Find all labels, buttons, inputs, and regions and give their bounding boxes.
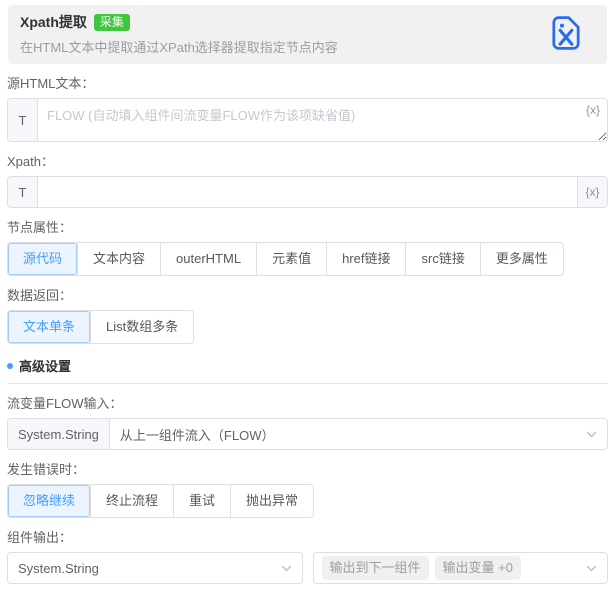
- header-card: Xpath提取 采集 在HTML文本中提取通过XPath选择器提取指定节点内容: [8, 5, 607, 64]
- insert-variable-button[interactable]: {x}: [577, 177, 607, 207]
- tag-output-variable[interactable]: 输出变量 +0: [434, 556, 521, 580]
- text-type-addon[interactable]: T: [8, 177, 38, 207]
- option-retry[interactable]: 重试: [173, 485, 230, 517]
- option-outerhtml[interactable]: outerHTML: [160, 243, 256, 275]
- bullet-dot-icon: [7, 362, 13, 369]
- xpath-label: Xpath：: [7, 154, 54, 169]
- chevron-down-icon: [585, 562, 598, 575]
- node-attribute-options: 源代码 文本内容 outerHTML 元素值 href链接 src链接 更多属性: [7, 242, 564, 276]
- data-return-options: 文本单条 List数组多条: [7, 310, 195, 344]
- advanced-settings-heading: 高级设置: [7, 356, 608, 375]
- option-single-text[interactable]: 文本单条: [8, 311, 91, 343]
- xpath-file-icon: [551, 15, 581, 54]
- flow-type-prefix: System.String: [8, 419, 110, 449]
- option-href-link[interactable]: href链接: [326, 243, 405, 275]
- flow-input-label: 流变量FLOW输入：: [7, 396, 123, 411]
- data-return-label: 数据返回：: [7, 288, 73, 303]
- xpath-group: T {x}: [7, 176, 608, 208]
- section-divider: [7, 383, 608, 384]
- output-target-select[interactable]: 输出到下一组件 输出变量 +0: [312, 552, 608, 584]
- option-text-content[interactable]: 文本内容: [77, 243, 160, 275]
- option-throw-exception[interactable]: 抛出异常: [230, 485, 313, 517]
- option-list-array[interactable]: List数组多条: [90, 311, 193, 343]
- option-src-link[interactable]: src链接: [405, 243, 479, 275]
- output-type-select[interactable]: System.String: [7, 552, 303, 584]
- insert-variable-button[interactable]: {x}: [586, 103, 600, 117]
- option-ignore-continue[interactable]: 忽略继续: [8, 485, 91, 517]
- component-output-row: System.String 输出到下一组件 输出变量 +0: [7, 552, 608, 584]
- node-attribute-label: 节点属性：: [7, 220, 73, 235]
- header-text: Xpath提取 采集 在HTML文本中提取通过XPath选择器提取指定节点内容: [20, 12, 338, 56]
- source-html-label: 源HTML文本：: [7, 76, 95, 91]
- source-html-group: T {x}: [7, 98, 608, 142]
- on-error-options: 忽略继续 终止流程 重试 抛出异常: [7, 484, 315, 518]
- tag-output-to-next[interactable]: 输出到下一组件: [321, 556, 429, 580]
- output-type-value: System.String: [18, 560, 99, 576]
- xpath-extract-panel: Xpath提取 采集 在HTML文本中提取通过XPath选择器提取指定节点内容 …: [0, 0, 615, 592]
- on-error-label: 发生错误时：: [7, 462, 86, 477]
- output-target-tags: 输出到下一组件 输出变量 +0: [314, 556, 586, 580]
- advanced-settings-title: 高级设置: [19, 359, 72, 374]
- source-html-textarea-wrap: {x}: [38, 99, 607, 141]
- component-description: 在HTML文本中提取通过XPath选择器提取指定节点内容: [20, 40, 338, 55]
- source-html-input[interactable]: [38, 99, 607, 141]
- option-element-value[interactable]: 元素值: [256, 243, 326, 275]
- chevron-down-icon: [280, 562, 293, 575]
- flow-input-value: 从上一组件流入（FLOW）: [119, 427, 275, 443]
- category-badge: 采集: [93, 13, 130, 31]
- text-type-addon[interactable]: T: [8, 99, 38, 141]
- option-terminate-flow[interactable]: 终止流程: [90, 485, 173, 517]
- xpath-input[interactable]: [38, 177, 577, 207]
- component-output-label: 组件输出：: [7, 530, 73, 545]
- option-more-attributes[interactable]: 更多属性: [479, 243, 563, 275]
- option-source-code[interactable]: 源代码: [8, 243, 78, 275]
- chevron-down-icon: [585, 428, 598, 441]
- flow-input-select[interactable]: System.String 从上一组件流入（FLOW）: [7, 418, 608, 450]
- page-title: Xpath提取: [20, 14, 87, 30]
